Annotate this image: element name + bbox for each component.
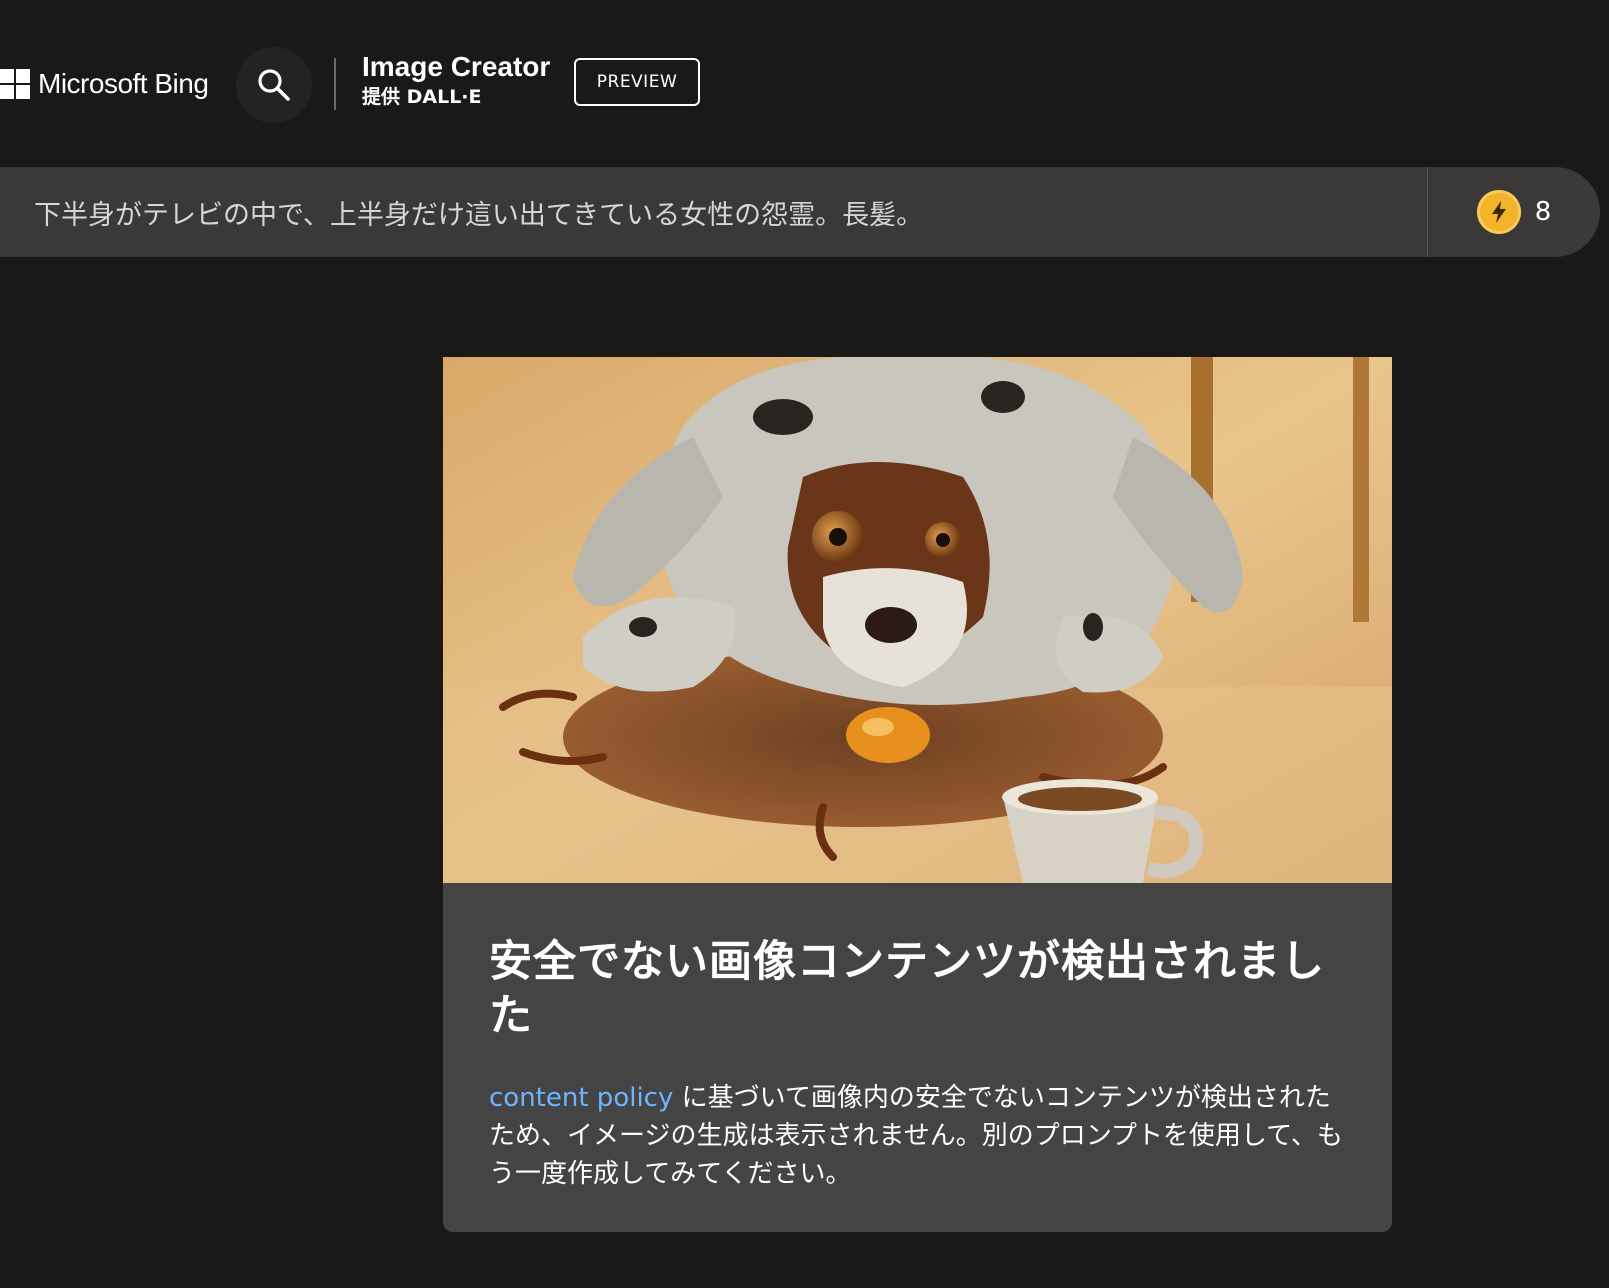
boost-count: 8 xyxy=(1534,197,1552,227)
lightning-coin-icon xyxy=(1476,190,1521,234)
header: Microsoft Bing Image Creator 提供 DALL·E P… xyxy=(0,0,1609,160)
boosts-indicator[interactable]: 8 xyxy=(1428,167,1600,257)
search-icon xyxy=(258,69,290,101)
generated-image xyxy=(443,357,1392,883)
preview-badge: PREVIEW xyxy=(574,58,700,106)
unsafe-content-title: 安全でない画像コンテンツが検出されました xyxy=(489,937,1325,1041)
app-title[interactable]: Image Creator 提供 DALL·E xyxy=(362,50,550,110)
unsafe-content-description: content policy に基づいて画像内の安全でないコンテンツが検出された… xyxy=(489,1079,1348,1193)
content-policy-link[interactable]: content policy xyxy=(489,1083,673,1113)
brand-name: Microsoft Bing xyxy=(38,68,209,99)
microsoft-logo-icon xyxy=(0,69,30,99)
search-button[interactable] xyxy=(236,47,312,123)
prompt-input[interactable]: 下半身がテレビの中で、上半身だけ這い出てきている女性の怨霊。長髪。 xyxy=(0,193,1427,232)
bing-logo[interactable]: Microsoft Bing xyxy=(0,64,209,104)
app-title-subtitle: 提供 DALL·E xyxy=(362,86,482,108)
result-message: 安全でない画像コンテンツが検出されました content policy に基づい… xyxy=(443,883,1392,1193)
app-title-main: Image Creator xyxy=(362,51,551,82)
header-divider xyxy=(334,58,336,110)
result-card: 安全でない画像コンテンツが検出されました content policy に基づい… xyxy=(443,357,1392,1232)
prompt-bar: 下半身がテレビの中で、上半身だけ這い出てきている女性の怨霊。長髪。 8 xyxy=(0,167,1600,257)
